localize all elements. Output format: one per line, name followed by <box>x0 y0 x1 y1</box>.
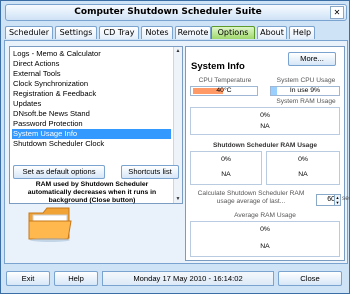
tab-about[interactable]: About <box>257 26 287 39</box>
tab-cd-tray[interactable]: CD Tray <box>99 26 139 39</box>
close-window-button[interactable]: ✕ <box>330 6 344 19</box>
scheduler-ram-label: Shutdown Scheduler RAM Usage <box>212 142 318 149</box>
list-item[interactable]: Updates <box>12 99 171 109</box>
cpu-temperature-value: 40°C <box>216 87 232 94</box>
scroll-up-arrow-icon[interactable]: ▲ <box>174 47 182 55</box>
more-button[interactable]: More... <box>288 52 336 66</box>
scheduler-ram-right-percent: 0% <box>298 156 308 163</box>
footer-bar: Exit Help Monday 17 May 2010 - 16:14:02 … <box>4 271 346 287</box>
list-item[interactable]: External Tools <box>12 69 171 79</box>
list-item[interactable]: Registration & Feedback <box>12 89 171 99</box>
set-default-options-button[interactable]: Set as default options <box>13 165 105 179</box>
scheduler-ram-left-box: 0% NA <box>190 151 262 185</box>
scheduler-ram-right-value: NA <box>298 171 308 178</box>
system-info-title: System Info <box>191 61 245 72</box>
tab-settings[interactable]: Settings <box>55 26 97 39</box>
scheduler-ram-right-box: 0% NA <box>266 151 340 185</box>
system-ram-label: System RAM Usage <box>276 98 336 105</box>
tab-remote[interactable]: Remote <box>175 26 211 39</box>
window-title: Computer Shutdown Scheduler Suite <box>74 7 262 17</box>
list-item[interactable]: Password Protection <box>12 119 171 129</box>
list-item[interactable]: Shutdown Scheduler Clock <box>12 139 171 149</box>
average-ram-box: 0% NA <box>190 221 340 257</box>
list-item[interactable]: DNsoft.be News Stand <box>12 109 171 119</box>
cpu-temperature-bar: 40°C <box>190 86 258 96</box>
cpu-usage-bar: In use 9% <box>270 86 340 96</box>
ram-info-text: RAM used by Shutdown Scheduler automatic… <box>27 181 157 204</box>
cpu-usage-label: System CPU Usage <box>276 77 336 84</box>
cpu-usage-value: In use 9% <box>289 87 321 94</box>
scheduler-ram-left-value: NA <box>221 171 231 178</box>
exit-button[interactable]: Exit <box>6 271 50 286</box>
app-window: Computer Shutdown Scheduler Suite ✕ Sche… <box>0 0 350 294</box>
cpu-temperature-label: CPU Temperature <box>198 77 252 84</box>
list-item[interactable]: Clock Synchronization <box>12 79 171 89</box>
calc-average-label: Calculate Shutdown Scheduler RAM usage a… <box>197 190 305 205</box>
system-ram-box: 0% NA <box>190 107 340 135</box>
close-button[interactable]: Close <box>278 271 342 286</box>
title-bar: Computer Shutdown Scheduler Suite ✕ <box>5 4 347 21</box>
average-ram-value: NA <box>260 243 270 250</box>
seconds-unit-label: sec <box>342 195 350 202</box>
date-time-display: Monday 17 May 2010 - 16:14:02 <box>102 271 274 286</box>
average-ram-label: Average RAM Usage <box>234 212 296 219</box>
help-button[interactable]: Help <box>54 271 98 286</box>
tab-notes[interactable]: Notes <box>141 26 173 39</box>
system-ram-percent: 0% <box>260 112 270 119</box>
system-info-box: More... System Info CPU Temperature Syst… <box>185 46 350 261</box>
list-item[interactable]: Direct Actions <box>12 59 171 69</box>
shortcuts-list-button[interactable]: Shortcuts list <box>121 165 179 179</box>
folder-icon <box>28 207 72 242</box>
tab-help[interactable]: Help <box>289 26 315 39</box>
spin-arrows-icon[interactable]: ▲ ▼ <box>334 194 341 206</box>
scroll-down-arrow-icon[interactable]: ▼ <box>174 195 182 203</box>
tab-scheduler[interactable]: Scheduler <box>5 26 53 39</box>
options-panel: Logs - Memo & Calculator Direct Actions … <box>4 40 350 264</box>
system-ram-value: NA <box>260 123 270 130</box>
list-item-selected[interactable]: System Usage Info <box>12 129 171 139</box>
tab-options[interactable]: Options <box>211 26 255 39</box>
list-scrollbar[interactable]: ▲ ▼ <box>173 47 182 203</box>
list-item[interactable]: Logs - Memo & Calculator <box>12 49 171 59</box>
scheduler-ram-left-percent: 0% <box>221 156 231 163</box>
average-ram-percent: 0% <box>260 226 270 233</box>
